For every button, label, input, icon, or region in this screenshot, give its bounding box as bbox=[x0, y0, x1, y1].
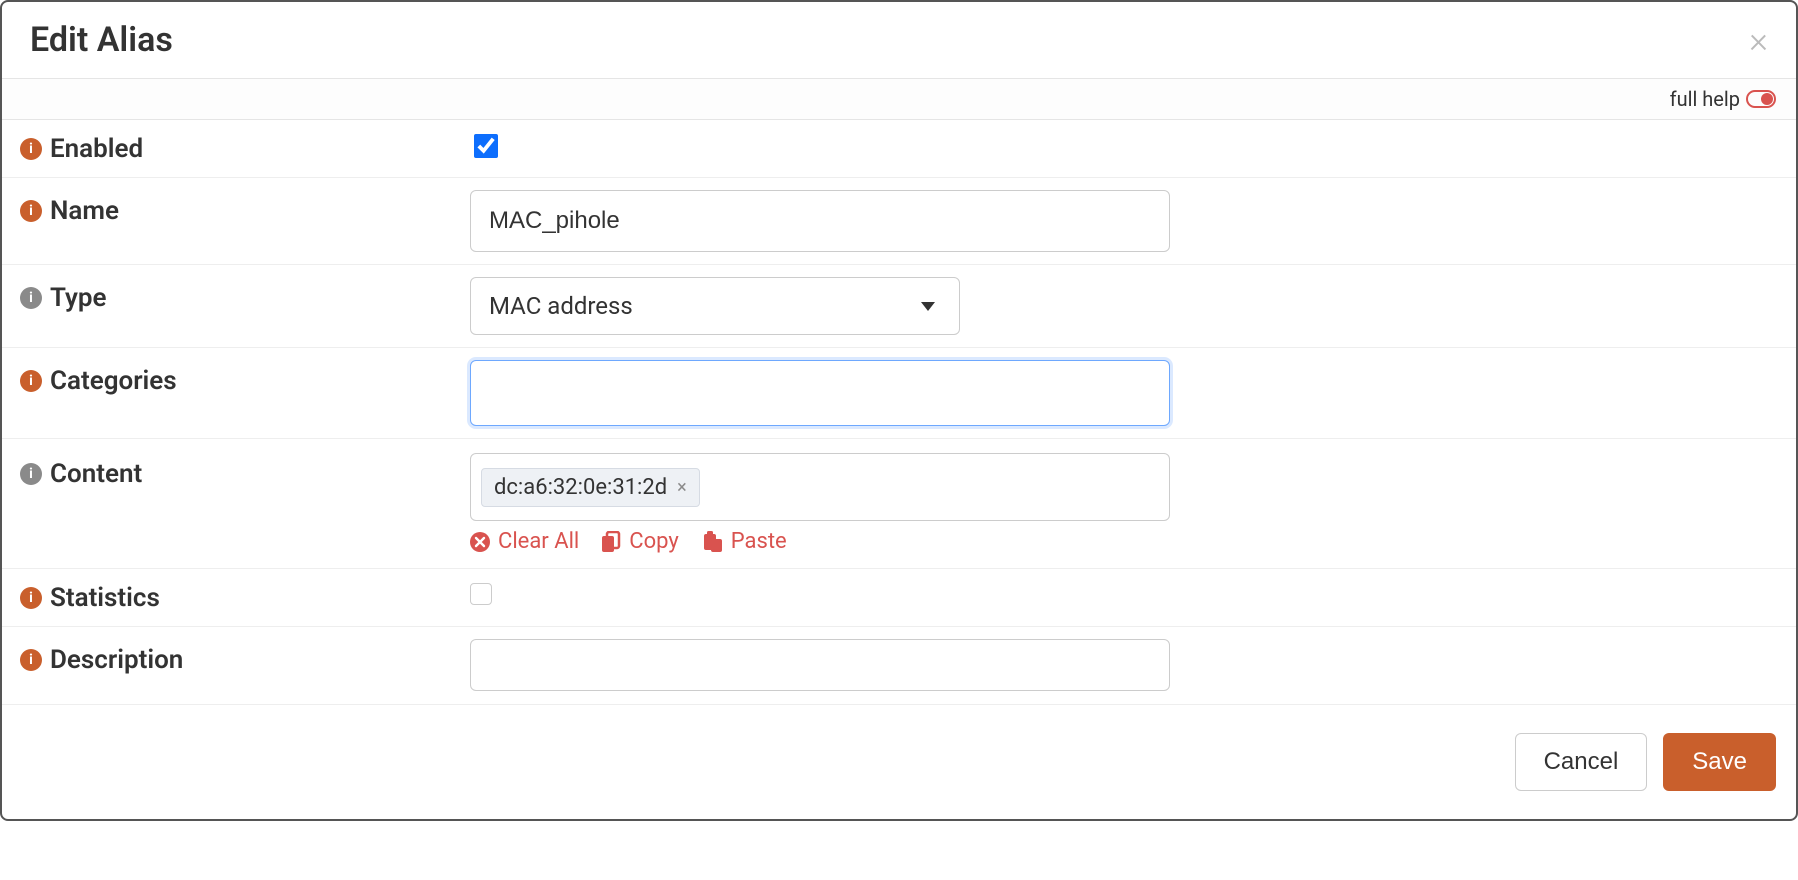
paste-label: Paste bbox=[731, 529, 787, 554]
label-cell-name: i Name bbox=[20, 190, 470, 226]
info-icon[interactable]: i bbox=[20, 370, 42, 392]
label-cell-content: i Content bbox=[20, 453, 470, 489]
value-cell-categories bbox=[470, 360, 1778, 426]
row-name: i Name bbox=[2, 178, 1796, 265]
label-categories: Categories bbox=[50, 366, 177, 396]
info-icon[interactable]: i bbox=[20, 649, 42, 671]
chevron-down-icon bbox=[921, 302, 935, 311]
label-cell-description: i Description bbox=[20, 639, 470, 675]
categories-input[interactable] bbox=[470, 360, 1170, 426]
row-description: i Description bbox=[2, 627, 1796, 705]
value-cell-content: dc:a6:32:0e:31:2d × Clear All Copy bbox=[470, 453, 1778, 554]
clear-all-label: Clear All bbox=[498, 529, 579, 554]
help-bar: full help bbox=[2, 78, 1796, 120]
modal-footer: Cancel Save bbox=[2, 705, 1796, 819]
row-statistics: i Statistics bbox=[2, 569, 1796, 627]
type-selected-value: MAC address bbox=[489, 292, 633, 320]
label-cell-statistics: i Statistics bbox=[20, 577, 470, 613]
row-enabled: i Enabled bbox=[2, 120, 1796, 178]
paste-icon bbox=[701, 531, 723, 553]
copy-button[interactable]: Copy bbox=[601, 529, 679, 554]
info-icon[interactable]: i bbox=[20, 138, 42, 160]
clear-all-button[interactable]: Clear All bbox=[470, 529, 579, 554]
content-tag-value: dc:a6:32:0e:31:2d bbox=[494, 475, 667, 500]
enabled-checkbox[interactable] bbox=[474, 134, 498, 158]
row-categories: i Categories bbox=[2, 348, 1796, 439]
label-cell-type: i Type bbox=[20, 277, 470, 313]
label-type: Type bbox=[50, 283, 107, 313]
full-help-toggle[interactable] bbox=[1746, 90, 1776, 108]
label-description: Description bbox=[50, 645, 183, 675]
copy-icon bbox=[601, 531, 621, 553]
tag-remove-icon[interactable]: × bbox=[677, 477, 687, 498]
label-enabled: Enabled bbox=[50, 134, 143, 164]
content-tag: dc:a6:32:0e:31:2d × bbox=[481, 468, 700, 507]
close-icon[interactable]: × bbox=[1749, 22, 1768, 58]
value-cell-statistics bbox=[470, 577, 1778, 609]
label-content: Content bbox=[50, 459, 142, 489]
copy-label: Copy bbox=[629, 529, 679, 554]
value-cell-name bbox=[470, 190, 1778, 252]
full-help-label: full help bbox=[1670, 87, 1740, 111]
label-statistics: Statistics bbox=[50, 583, 160, 613]
description-input[interactable] bbox=[470, 639, 1170, 691]
statistics-checkbox[interactable] bbox=[470, 583, 492, 605]
content-input[interactable]: dc:a6:32:0e:31:2d × bbox=[470, 453, 1170, 521]
paste-button[interactable]: Paste bbox=[701, 529, 787, 554]
modal-header: Edit Alias × bbox=[2, 2, 1796, 78]
type-select[interactable]: MAC address bbox=[470, 277, 960, 335]
content-actions: Clear All Copy Paste bbox=[470, 529, 1778, 554]
label-cell-categories: i Categories bbox=[20, 360, 470, 396]
edit-alias-modal: Edit Alias × full help i Enabled i Name … bbox=[0, 0, 1798, 821]
row-type: i Type MAC address bbox=[2, 265, 1796, 348]
value-cell-enabled bbox=[470, 128, 1778, 162]
label-name: Name bbox=[50, 196, 119, 226]
value-cell-type: MAC address bbox=[470, 277, 1778, 335]
clear-icon bbox=[470, 532, 490, 552]
modal-title: Edit Alias bbox=[30, 20, 173, 60]
value-cell-description bbox=[470, 639, 1778, 691]
name-input[interactable] bbox=[470, 190, 1170, 252]
info-icon[interactable]: i bbox=[20, 587, 42, 609]
save-button[interactable]: Save bbox=[1663, 733, 1776, 791]
label-cell-enabled: i Enabled bbox=[20, 128, 470, 164]
info-icon[interactable]: i bbox=[20, 463, 42, 485]
info-icon[interactable]: i bbox=[20, 287, 42, 309]
info-icon[interactable]: i bbox=[20, 200, 42, 222]
row-content: i Content dc:a6:32:0e:31:2d × Clear All bbox=[2, 439, 1796, 569]
cancel-button[interactable]: Cancel bbox=[1515, 733, 1648, 791]
